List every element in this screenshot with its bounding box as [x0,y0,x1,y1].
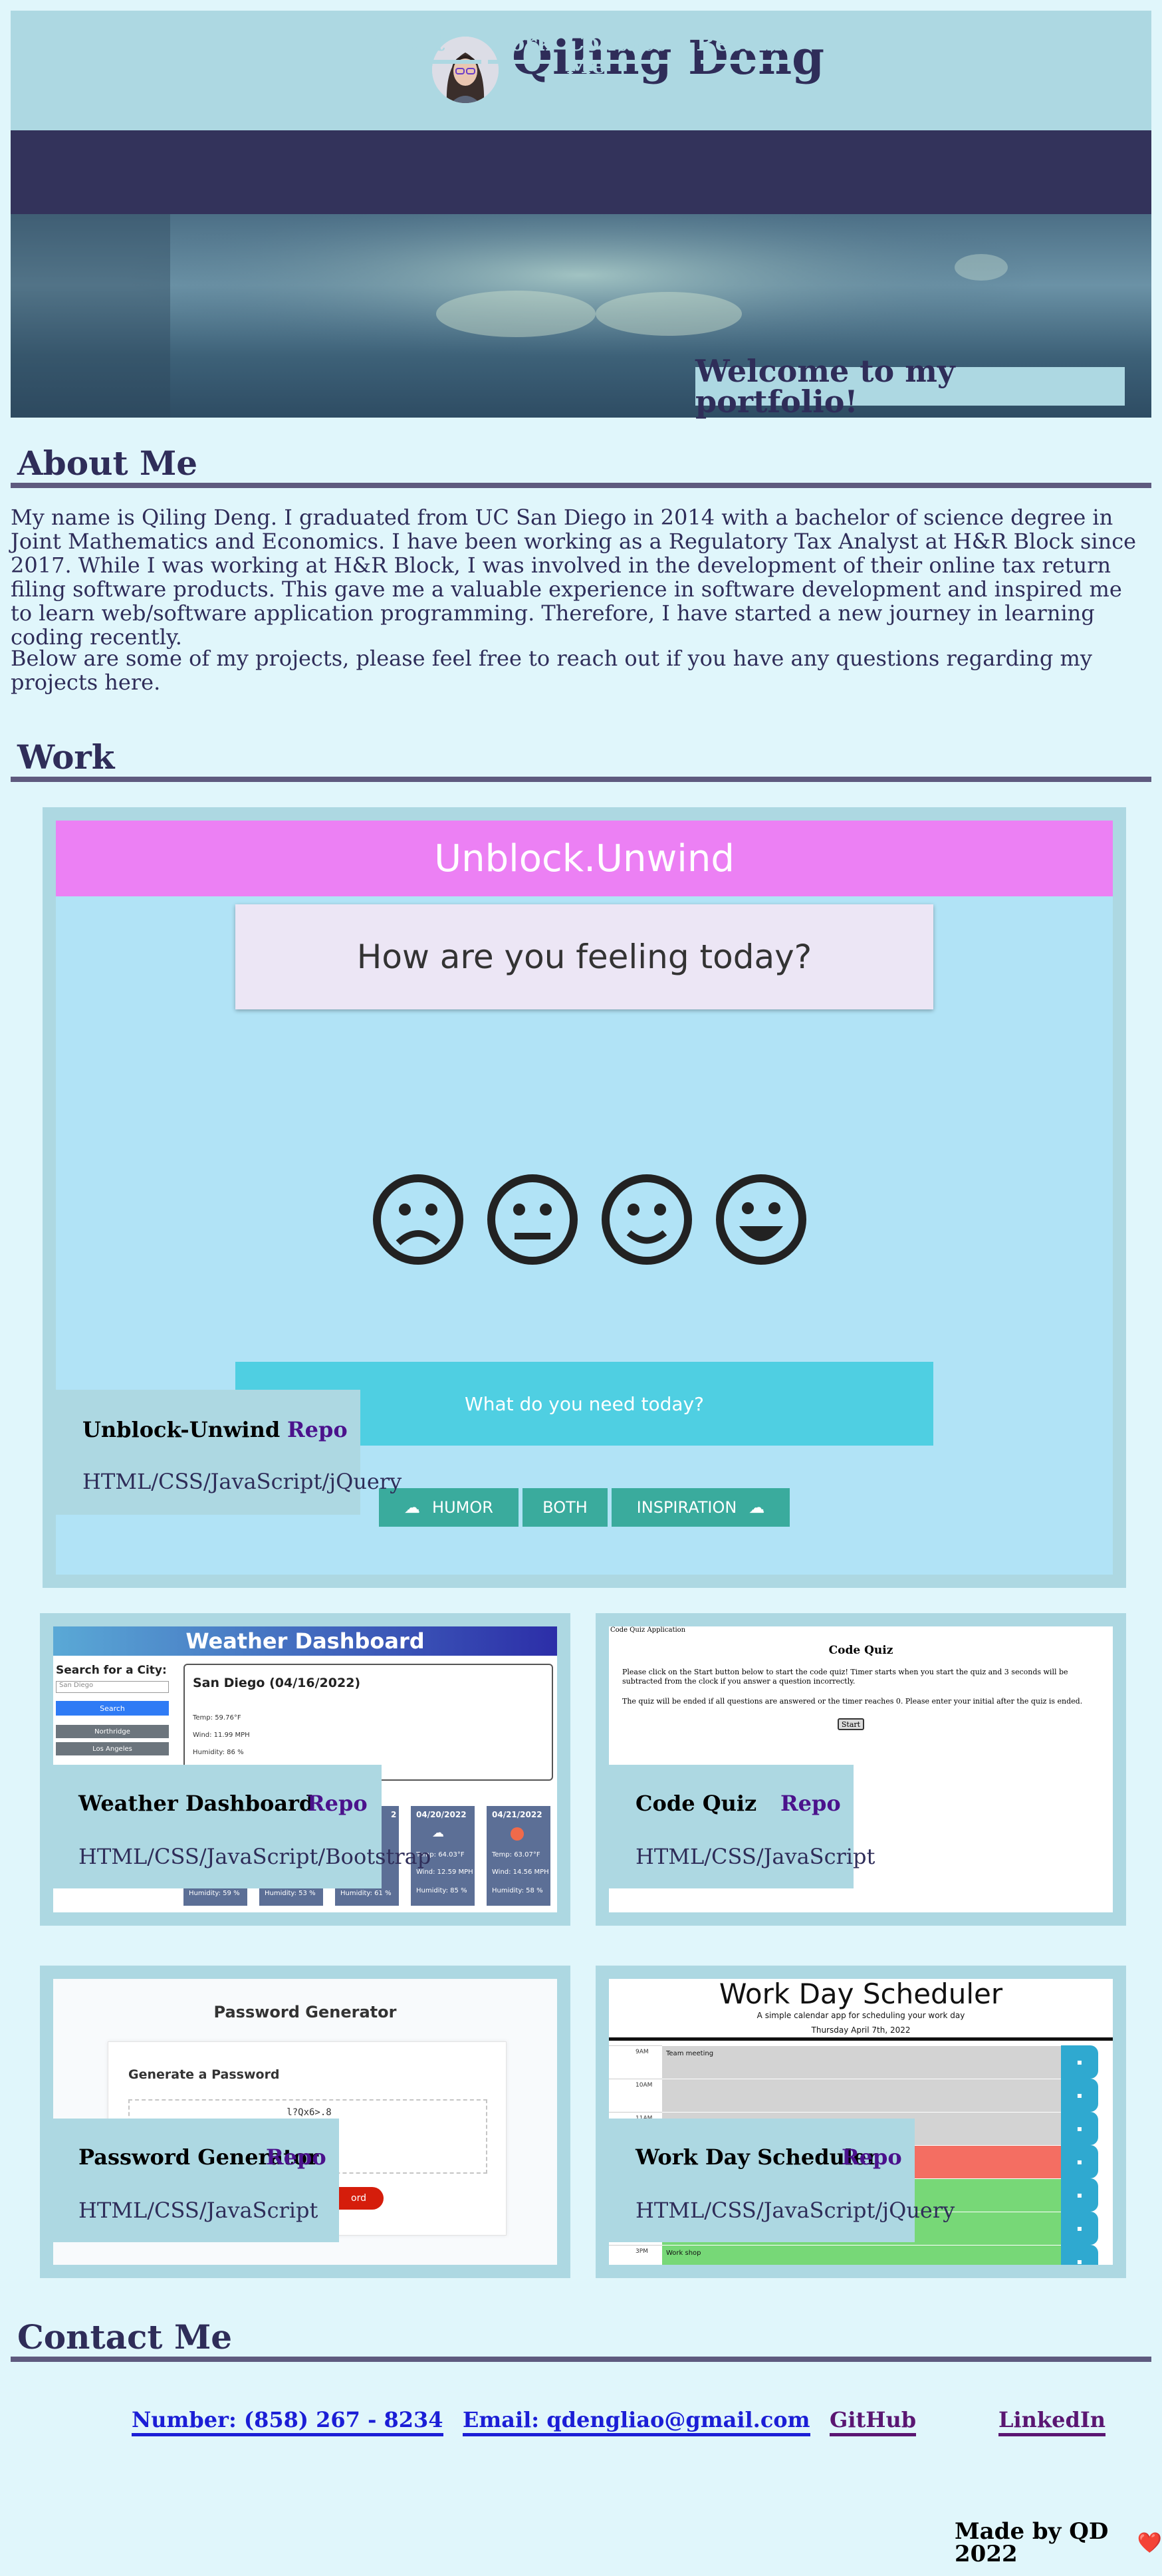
project-label-work-day-scheduler: Work Day Scheduler Repo HTML/CSS/JavaScr… [596,2119,955,2242]
project-label-weather: Weather Dashboard Repo HTML/CSS/JavaScri… [53,1765,431,1888]
repo-link[interactable]: Repo [266,2146,326,2168]
project-tech: HTML/CSS/JavaScript/jQuery [636,2198,955,2223]
forecast-humidity: Humidity: 61 % [340,1890,392,1897]
unblock-app-title: Unblock.Unwind [56,821,1113,896]
feeling-question: How are you feeling today? [235,904,933,1009]
forecast-wind: Wind: 12.59 MPH [416,1868,473,1876]
forecast-temp: Temp: 63.07°F [492,1851,540,1859]
code-quiz-instructions-end: The quiz will be ended if all questions … [622,1697,1083,1706]
current-city: San Diego (04/16/2022) [193,1676,361,1690]
city-button-los-angeles[interactable]: Los Angeles [56,1742,169,1755]
weather-title: Weather Dashboard [53,1626,557,1656]
forecast-date: 2 [391,1810,397,1819]
current-humidity: Humidity: 86 % [193,1749,244,1756]
scheduler-event-input[interactable]: Work shop [662,2245,1061,2265]
forecast-humidity: Humidity: 58 % [492,1887,543,1894]
contact-heading: Contact Me [11,2321,1151,2362]
forecast-wind: Wind: 14.56 MPH [492,1868,549,1876]
footer: Made by QD 2022 ❤️ [955,2520,1162,2565]
project-tech: HTML/CSS/JavaScript [78,2198,318,2223]
cloud-icon: ☁ [749,1498,765,1517]
generated-password: l?Qx6>.8 [287,2107,332,2118]
sun-icon [511,1827,524,1841]
main-nav [11,130,1151,214]
sad-face-icon[interactable] [368,1170,468,1269]
save-icon[interactable]: ▪ [1061,2045,1098,2079]
weather-search-button[interactable]: Search [56,1701,169,1716]
forecast-humidity: Humidity: 53 % [265,1890,316,1897]
nav-contact-me[interactable]: Contact Me [566,29,694,77]
cloud-icon: ☁ [432,1826,444,1840]
scheduler-hour: 10AM [609,2079,662,2112]
project-name: Unblock-Unwind [82,1417,281,1442]
linkedin-link[interactable]: LinkedIn [998,2409,1106,2436]
scheduler-hour: 9AM [609,2045,662,2079]
scheduler-event-input[interactable]: Team meeting [662,2045,1061,2079]
inspiration-button-label: INSPIRATION [636,1498,737,1517]
cloud-icon: ☁ [404,1498,421,1517]
current-weather-panel: San Diego (04/16/2022) Temp: 59.76°F Win… [183,1664,553,1781]
password-card-title: Generate a Password [128,2067,280,2082]
project-name: Code Quiz [636,1791,757,1816]
scheduler-title: Work Day Scheduler [719,1979,1003,2010]
about-paragraph-projects: Below are some of my projects, please fe… [11,646,1092,695]
code-quiz-title: Code Quiz [828,1644,893,1657]
github-link[interactable]: GitHub [830,2409,917,2436]
save-icon[interactable]: ▪ [1061,2079,1098,2112]
start-button[interactable]: Start [838,1718,864,1730]
scheduler-event-input[interactable] [662,2079,1061,2112]
nav-resume[interactable]: Resume [696,29,797,64]
weather-search-label: Search for a City: [56,1664,167,1677]
scheduler-hour: 3PM [609,2245,662,2265]
nav-about-me[interactable]: About Me [370,29,481,77]
humor-button-label: HUMOR [432,1498,493,1517]
mood-faces [368,1170,820,1269]
repo-link[interactable]: Repo [780,1793,841,1814]
scheduler-divider [609,2037,1113,2041]
repo-link[interactable]: Repo [287,1419,348,1440]
forecast-date: 04/21/2022 [492,1810,542,1819]
about-paragraph: My name is Qiling Deng. I graduated from… [11,505,1137,650]
forecast-humidity: Humidity: 59 % [189,1890,240,1897]
forecast-card: 04/21/2022 Temp: 63.07°F Wind: 14.56 MPH… [487,1806,550,1906]
city-button-northridge[interactable]: Northridge [56,1725,169,1738]
work-heading: Work [11,741,1151,782]
project-tech: HTML/CSS/JavaScript [636,1844,875,1869]
repo-link[interactable]: Repo [842,2146,902,2168]
neutral-face-icon[interactable] [483,1170,582,1269]
password-generator-title: Password Generator [213,2003,397,2021]
weather-search-input[interactable]: San Diego [56,1681,169,1693]
big-smile-face-icon[interactable] [711,1170,811,1269]
phone-link[interactable]: Number: (858) 267 - 8234 [132,2409,443,2436]
current-wind: Wind: 11.99 MPH [193,1732,250,1739]
save-icon[interactable]: ▪ [1061,2178,1098,2212]
project-tech: HTML/CSS/JavaScript/jQuery [82,1469,402,1494]
both-button[interactable]: BOTH [523,1488,608,1527]
slight-smile-face-icon[interactable] [597,1170,697,1269]
scheduler-date: Thursday April 7th, 2022 [811,2025,911,2035]
welcome-banner: Welcome to my portfolio! [695,356,1125,417]
featured-project-label: Unblock-Unwind Repo HTML/CSS/JavaScript/… [56,1390,402,1515]
footer-credit: Made by QD 2022 [955,2518,1109,2567]
repo-link[interactable]: Repo [307,1793,368,1814]
save-icon[interactable]: ▪ [1061,2212,1098,2245]
save-icon[interactable]: ▪ [1061,2112,1098,2145]
email-link[interactable]: Email: qdengliao@gmail.com [463,2409,810,2436]
inspiration-button[interactable]: INSPIRATION ☁ [612,1488,790,1527]
project-label-code-quiz: Code Quiz Repo HTML/CSS/JavaScript [596,1765,875,1888]
code-quiz-instructions: Please click on the Start button below t… [622,1668,1068,1686]
nav-work[interactable]: Work [486,29,552,64]
heart-icon: ❤️ [1137,2531,1162,2555]
about-heading: About Me [11,447,1151,488]
code-quiz-tab: Code Quiz Application [610,1626,686,1634]
forecast-date: 04/20/2022 [416,1810,467,1819]
project-tech: HTML/CSS/JavaScript/Bootstrap [78,1844,431,1869]
project-name: Weather Dashboard [78,1791,314,1816]
save-icon[interactable]: ▪ [1061,2245,1098,2265]
scheduler-subtitle: A simple calendar app for scheduling you… [756,2011,965,2020]
project-label-password-generator: Password Generator Repo HTML/CSS/JavaScr… [53,2119,339,2242]
forecast-humidity: Humidity: 85 % [416,1887,467,1894]
current-temp: Temp: 59.76°F [193,1714,241,1722]
save-icon[interactable]: ▪ [1061,2145,1098,2178]
